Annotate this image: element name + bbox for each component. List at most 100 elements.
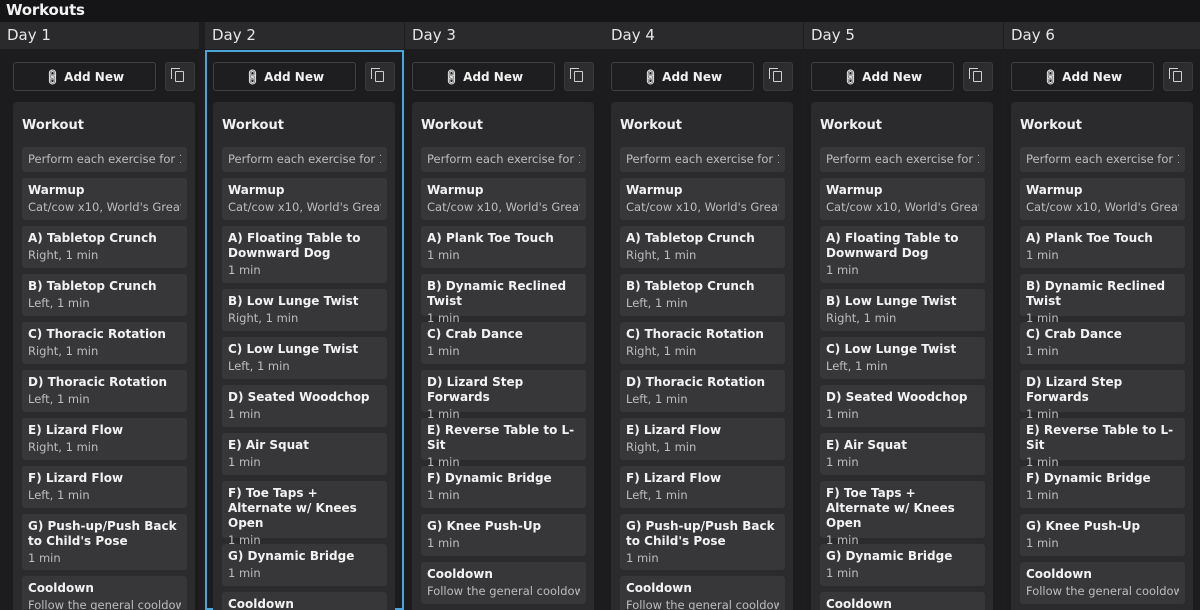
exercise-card[interactable]: G) Knee Push-Up 1 min xyxy=(1020,514,1185,556)
exercise-card[interactable]: C) Low Lunge Twist Left, 1 min xyxy=(222,337,387,379)
workout-note-card[interactable]: Perform each exercise for 1 ... xyxy=(22,147,187,172)
add-new-button[interactable]: 🔗︎ Add New xyxy=(13,62,156,91)
exercise-card[interactable]: D) Thoracic Rotation Left, 1 min xyxy=(22,370,187,412)
workout-note-card[interactable]: Perform each exercise for 1 ... xyxy=(421,147,586,172)
exercise-card[interactable]: C) Thoracic Rotation Right, 1 min xyxy=(22,322,187,364)
cooldown-card[interactable]: Cooldown xyxy=(820,592,985,610)
exercise-name: G) Dynamic Bridge xyxy=(826,549,953,563)
exercise-card[interactable]: D) Seated Woodchop 1 min xyxy=(222,385,387,427)
exercise-card[interactable]: E) Air Squat 1 min xyxy=(222,433,387,475)
cooldown-card[interactable]: Cooldown xyxy=(222,592,387,610)
add-new-label: Add New xyxy=(64,69,125,84)
exercise-name: C) Crab Dance xyxy=(1026,327,1122,341)
exercise-card[interactable]: B) Dynamic Reclined Twist 1 min xyxy=(1020,274,1185,325)
exercise-card[interactable]: G) Knee Push-Up 1 min xyxy=(421,514,586,556)
warmup-card[interactable]: Warmup Cat/cow x10, World's Great... xyxy=(222,178,387,220)
exercise-card[interactable]: D) Thoracic Rotation Left, 1 min xyxy=(620,370,785,412)
exercise-card[interactable]: F) Dynamic Bridge 1 min xyxy=(421,466,586,508)
add-new-button[interactable]: 🔗︎ Add New xyxy=(412,62,555,91)
exercise-name: Warmup xyxy=(826,183,883,197)
add-new-button[interactable]: 🔗︎ Add New xyxy=(811,62,954,91)
exercise-card[interactable]: A) Tabletop Crunch Right, 1 min xyxy=(620,226,785,268)
exercise-detail: 1 min xyxy=(228,263,261,277)
exercise-detail: Left, 1 min xyxy=(28,296,90,310)
exercise-card[interactable]: G) Push-up/Push Back to Child's Pose 1 m… xyxy=(22,514,187,570)
warmup-card[interactable]: Warmup Cat/cow x10, World's Great... xyxy=(22,178,187,220)
exercise-name: Cooldown xyxy=(228,597,294,610)
exercise-card[interactable]: A) Floating Table to Downward Dog 1 min xyxy=(222,226,387,283)
exercise-card[interactable]: B) Tabletop Crunch Left, 1 min xyxy=(620,274,785,316)
day-header: Day 6 xyxy=(1004,22,1200,49)
workout-note-card[interactable]: Perform each exercise for 1 ... xyxy=(820,147,985,172)
exercise-card[interactable]: E) Lizard Flow Right, 1 min xyxy=(22,418,187,460)
exercise-card[interactable]: B) Dynamic Reclined Twist 1 min xyxy=(421,274,586,325)
exercise-card[interactable]: A) Tabletop Crunch Right, 1 min xyxy=(22,226,187,268)
day-toolbar: 🔗︎ Add New xyxy=(811,62,993,92)
copy-button[interactable] xyxy=(165,62,195,91)
exercise-name: E) Reverse Table to L-Sit xyxy=(427,423,575,452)
cooldown-card[interactable]: Cooldown Follow the general cooldow... xyxy=(1020,562,1185,604)
exercise-card[interactable]: B) Low Lunge Twist Right, 1 min xyxy=(820,289,985,331)
exercise-card[interactable]: B) Low Lunge Twist Right, 1 min xyxy=(222,289,387,331)
exercise-card[interactable]: G) Dynamic Bridge 1 min xyxy=(222,544,387,586)
exercise-card[interactable]: F) Dynamic Bridge 1 min xyxy=(1020,466,1185,508)
exercise-card[interactable]: D) Lizard Step Forwards 1 min xyxy=(421,370,586,421)
exercise-name: A) Plank Toe Touch xyxy=(427,231,554,245)
exercise-card[interactable]: F) Toe Taps + Alternate w/ Knees Open 1 … xyxy=(222,481,387,547)
link-icon: 🔗︎ xyxy=(640,66,661,87)
exercise-detail: Right, 1 min xyxy=(626,440,697,454)
exercise-card[interactable]: B) Tabletop Crunch Left, 1 min xyxy=(22,274,187,316)
exercise-card[interactable]: C) Crab Dance 1 min xyxy=(1020,322,1185,364)
exercise-detail: 1 min xyxy=(228,566,261,580)
workout-note-card[interactable]: Perform each exercise for 1 ... xyxy=(222,147,387,172)
exercise-card[interactable]: D) Lizard Step Forwards 1 min xyxy=(1020,370,1185,421)
workout-note-card[interactable]: Perform each exercise for 1 ... xyxy=(1020,147,1185,172)
exercise-name: A) Floating Table to Downward Dog xyxy=(826,231,959,260)
cooldown-card[interactable]: Cooldown Follow the general cooldow xyxy=(22,576,187,610)
copy-button[interactable] xyxy=(963,62,993,91)
exercise-name: F) Lizard Flow xyxy=(626,471,722,485)
copy-button[interactable] xyxy=(365,62,395,91)
copy-icon xyxy=(171,68,184,82)
exercise-name: A) Tabletop Crunch xyxy=(626,231,755,245)
add-new-button[interactable]: 🔗︎ Add New xyxy=(213,62,356,91)
exercise-card[interactable]: E) Reverse Table to L-Sit 1 min xyxy=(1020,418,1185,469)
exercise-card[interactable]: E) Air Squat 1 min xyxy=(820,433,985,475)
exercise-detail: Left, 1 min xyxy=(28,488,90,502)
warmup-card[interactable]: Warmup Cat/cow x10, World's Great... xyxy=(421,178,586,220)
exercise-card[interactable]: C) Thoracic Rotation Right, 1 min xyxy=(620,322,785,364)
warmup-card[interactable]: Warmup Cat/cow x10, World's Great... xyxy=(620,178,785,220)
exercise-detail: 1 min xyxy=(427,488,460,502)
exercise-card[interactable]: G) Push-up/Push Back to Child's Pose 1 m… xyxy=(620,514,785,570)
exercise-card[interactable]: G) Dynamic Bridge 1 min xyxy=(820,544,985,586)
add-new-button[interactable]: 🔗︎ Add New xyxy=(1011,62,1154,91)
exercise-card[interactable]: C) Low Lunge Twist Left, 1 min xyxy=(820,337,985,379)
exercise-card[interactable]: C) Crab Dance 1 min xyxy=(421,322,586,364)
workout-note-card[interactable]: Perform each exercise for 1 ... xyxy=(620,147,785,172)
exercise-name: C) Thoracic Rotation xyxy=(28,327,166,341)
exercise-card[interactable]: E) Reverse Table to L-Sit 1 min xyxy=(421,418,586,469)
copy-button[interactable] xyxy=(763,62,793,91)
exercise-detail: Cat/cow x10, World's Great... xyxy=(28,200,181,214)
cooldown-card[interactable]: Cooldown Follow the general cooldow... xyxy=(421,562,586,604)
workout-panel: Workout Perform each exercise for 1 ... … xyxy=(412,102,594,610)
cooldown-card[interactable]: Cooldown Follow the general cooldow xyxy=(620,576,785,610)
add-new-button[interactable]: 🔗︎ Add New xyxy=(611,62,754,91)
exercise-card[interactable]: F) Lizard Flow Left, 1 min xyxy=(22,466,187,508)
day-header: Day 3 xyxy=(405,22,604,49)
exercise-card[interactable]: F) Lizard Flow Left, 1 min xyxy=(620,466,785,508)
exercise-card[interactable]: A) Plank Toe Touch 1 min xyxy=(421,226,586,268)
day-column-1: Day 1 🔗︎ Add New Workout Perform each ex… xyxy=(0,22,199,610)
exercise-card[interactable]: F) Toe Taps + Alternate w/ Knees Open 1 … xyxy=(820,481,985,547)
copy-button[interactable] xyxy=(1163,62,1193,91)
copy-button[interactable] xyxy=(564,62,594,91)
exercise-card[interactable]: A) Floating Table to Downward Dog 1 min xyxy=(820,226,985,283)
exercise-card[interactable]: D) Seated Woodchop 1 min xyxy=(820,385,985,427)
exercise-card[interactable]: E) Lizard Flow Right, 1 min xyxy=(620,418,785,460)
exercise-card[interactable]: A) Plank Toe Touch 1 min xyxy=(1020,226,1185,268)
warmup-card[interactable]: Warmup Cat/cow x10, World's Great... xyxy=(1020,178,1185,220)
exercise-detail: Left, 1 min xyxy=(28,392,90,406)
exercise-name: C) Crab Dance xyxy=(427,327,523,341)
exercise-name: C) Low Lunge Twist xyxy=(826,342,957,356)
warmup-card[interactable]: Warmup Cat/cow x10, World's Great... xyxy=(820,178,985,220)
